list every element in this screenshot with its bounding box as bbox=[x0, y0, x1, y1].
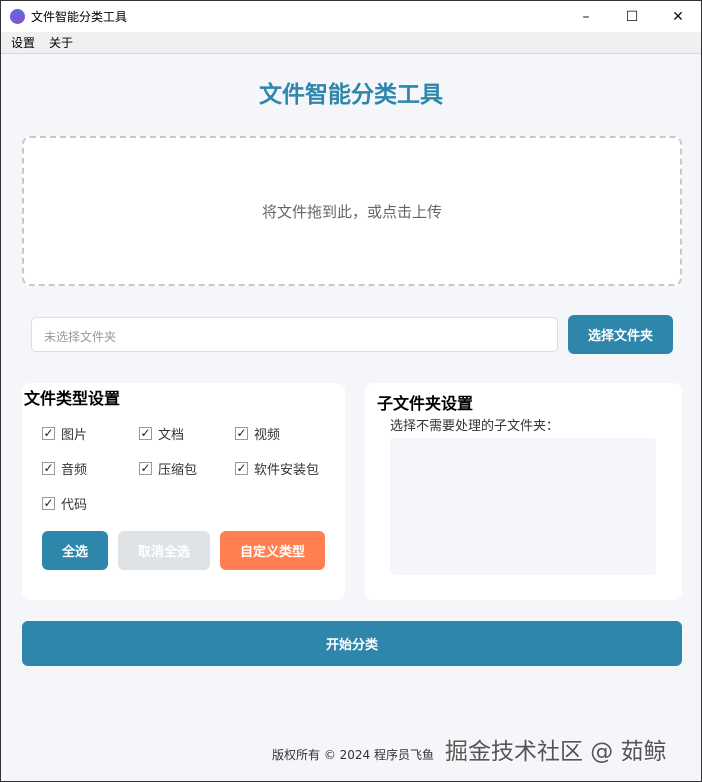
window-title: 文件智能分类工具 bbox=[31, 10, 128, 24]
deselect-all-button[interactable]: 取消全选 bbox=[118, 531, 210, 570]
menu-bar: 设置 关于 bbox=[1, 32, 701, 54]
checkbox-audio[interactable]: ✓ 音频 bbox=[42, 459, 87, 478]
checkbox-label: 代码 bbox=[61, 498, 88, 513]
subfolder-hint: 选择不需要处理的子文件夹： bbox=[390, 419, 560, 434]
checkbox-installer[interactable]: ✓ 软件安装包 bbox=[235, 459, 319, 478]
drop-zone-text: 将文件拖到此，或点击上传 bbox=[261, 202, 442, 221]
checkbox-label: 图片 bbox=[61, 428, 88, 443]
check-icon: ✓ bbox=[42, 496, 55, 510]
check-icon: ✓ bbox=[42, 461, 55, 475]
checkbox-video[interactable]: ✓ 视频 bbox=[235, 424, 280, 443]
drop-zone[interactable]: 将文件拖到此，或点击上传 bbox=[22, 136, 682, 286]
menu-about[interactable]: 关于 bbox=[49, 34, 73, 51]
close-button[interactable]: ✕ bbox=[655, 1, 701, 32]
subfolder-title: 子文件夹设置 bbox=[377, 394, 474, 413]
checkbox-label: 视频 bbox=[254, 428, 281, 443]
select-folder-button[interactable]: 选择文件夹 bbox=[568, 315, 673, 354]
checkbox-document[interactable]: ✓ 文档 bbox=[139, 424, 184, 443]
custom-type-button[interactable]: 自定义类型 bbox=[220, 531, 325, 570]
menu-settings[interactable]: 设置 bbox=[11, 34, 35, 51]
maximize-button[interactable]: ☐ bbox=[609, 1, 655, 32]
title-bar: 文件智能分类工具 – ☐ ✕ bbox=[1, 1, 701, 32]
file-type-title: 文件类型设置 bbox=[24, 389, 121, 408]
checkbox-label: 音频 bbox=[61, 463, 88, 478]
checkbox-archive[interactable]: ✓ 压缩包 bbox=[139, 459, 197, 478]
subfolder-list[interactable] bbox=[390, 438, 656, 575]
minimize-button[interactable]: – bbox=[563, 1, 609, 32]
watermark: 掘金技术社区 @ 茹鲸 bbox=[445, 739, 667, 765]
checkbox-label: 文档 bbox=[158, 428, 185, 443]
folder-path-input[interactable]: 未选择文件夹 bbox=[31, 317, 558, 352]
select-all-button[interactable]: 全选 bbox=[42, 531, 108, 570]
checkbox-code[interactable]: ✓ 代码 bbox=[42, 494, 87, 513]
start-classify-button[interactable]: 开始分类 bbox=[22, 621, 682, 666]
checkbox-label: 压缩包 bbox=[158, 463, 198, 478]
check-icon: ✓ bbox=[235, 426, 248, 440]
app-icon bbox=[10, 9, 25, 24]
checkbox-label: 软件安装包 bbox=[254, 463, 320, 478]
check-icon: ✓ bbox=[139, 461, 152, 475]
check-icon: ✓ bbox=[235, 461, 248, 475]
checkbox-image[interactable]: ✓ 图片 bbox=[42, 424, 87, 443]
check-icon: ✓ bbox=[139, 426, 152, 440]
page-title: 文件智能分类工具 bbox=[259, 82, 443, 108]
footer-copyright: 版权所有 © 2024 程序员飞鱼 bbox=[272, 748, 434, 762]
check-icon: ✓ bbox=[42, 426, 55, 440]
